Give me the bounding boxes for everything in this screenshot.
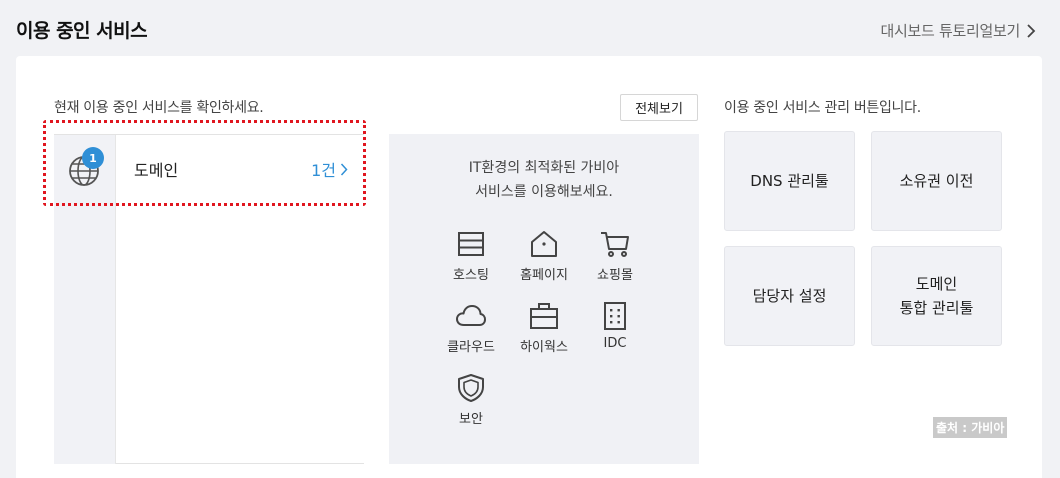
manage-button-label-line2: 통합 관리툴	[899, 299, 974, 317]
service-row-domain[interactable]: 1 도메인 1건	[54, 134, 364, 202]
view-all-button[interactable]: 전체보기	[620, 94, 698, 121]
promo-item-label: 하이웍스	[520, 340, 568, 355]
promo-item-hosting[interactable]: 호스팅	[439, 228, 503, 283]
domain-integrated-manager-button[interactable]: 도메인 통합 관리툴	[871, 246, 1002, 346]
shield-icon	[458, 374, 484, 402]
source-watermark: 출처 : 가비아	[933, 417, 1008, 438]
promo-item-label: 클라우드	[447, 340, 495, 355]
service-count-badge: 1	[82, 147, 104, 169]
server-icon	[604, 302, 626, 330]
page-title: 이용 중인 서비스	[16, 20, 148, 42]
promo-text-line1: IT환경의 최적화된 가비아	[468, 160, 620, 176]
promo-item-label: IDC	[603, 336, 627, 351]
service-promo-panel: IT환경의 최적화된 가비아 서비스를 이용해보세요. 호스팅 홈페이지 쇼핑몰…	[389, 134, 699, 464]
service-name: 도메인	[134, 161, 179, 180]
service-count-link[interactable]: 1건	[311, 157, 348, 181]
briefcase-icon	[530, 303, 558, 329]
promo-item-shopping[interactable]: 쇼핑몰	[583, 228, 647, 283]
promo-text: IT환경의 최적화된 가비아 서비스를 이용해보세요.	[389, 156, 699, 204]
promo-item-label: 쇼핑몰	[597, 268, 633, 283]
ownership-transfer-button[interactable]: 소유권 이전	[871, 131, 1002, 231]
contact-settings-button[interactable]: 담당자 설정	[724, 246, 855, 346]
cloud-icon	[456, 305, 486, 326]
promo-item-homepage[interactable]: 홈페이지	[512, 228, 576, 283]
dashboard-tutorial-link[interactable]: 대시보드 튜토리얼보기	[881, 20, 1036, 41]
promo-item-label: 홈페이지	[520, 268, 568, 283]
manage-intro-text: 이용 중인 서비스 관리 버튼입니다.	[724, 100, 921, 116]
service-count-label: 1건	[311, 161, 336, 180]
promo-item-label: 보안	[459, 412, 483, 427]
chevron-right-icon	[1027, 23, 1036, 38]
home-icon	[531, 231, 557, 257]
services-intro-text: 현재 이용 중인 서비스를 확인하세요.	[54, 100, 264, 116]
manage-button-label: DNS 관리툴	[750, 172, 829, 190]
manage-button-label-line1: 도메인	[915, 275, 958, 293]
promo-item-cloud[interactable]: 클라우드	[439, 300, 503, 355]
promo-item-hiworks[interactable]: 하이웍스	[512, 300, 576, 355]
promo-item-security[interactable]: 보안	[439, 372, 503, 427]
service-list: 1 도메인 1건	[54, 134, 364, 464]
promo-text-line2: 서비스를 이용해보세요.	[475, 184, 613, 200]
tutorial-link-label: 대시보드 튜토리얼보기	[880, 22, 1021, 40]
manage-button-label: 소유권 이전	[899, 172, 974, 190]
chevron-right-icon	[340, 162, 348, 176]
manage-button-label: 담당자 설정	[752, 287, 827, 305]
promo-item-idc[interactable]: IDC	[583, 300, 647, 351]
promo-item-label: 호스팅	[453, 268, 489, 283]
hosting-icon	[458, 232, 484, 256]
services-card: 현재 이용 중인 서비스를 확인하세요. 전체보기 1 도메인 1건 IT환경의…	[16, 56, 1042, 478]
cart-icon	[601, 232, 629, 257]
dns-manager-button[interactable]: DNS 관리툴	[724, 131, 855, 231]
